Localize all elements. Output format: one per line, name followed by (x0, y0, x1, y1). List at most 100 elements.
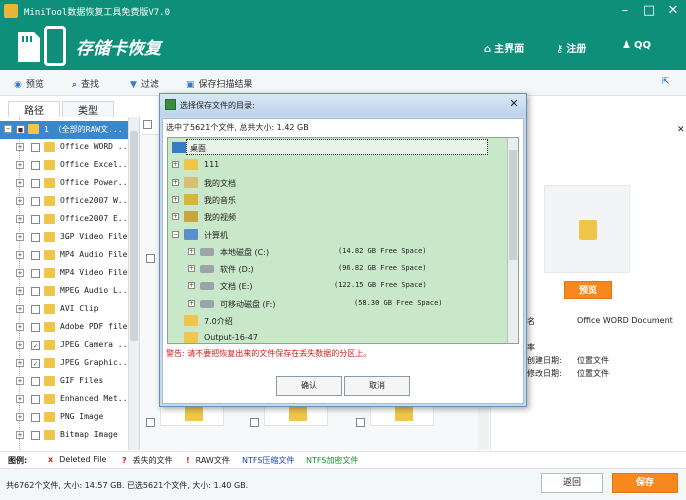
thumbnail-checkbox[interactable] (146, 254, 155, 263)
thumbnail-checkbox[interactable] (146, 418, 155, 427)
save-button[interactable]: 保存 (612, 473, 678, 493)
expand-icon[interactable]: + (172, 161, 179, 169)
tree-item-checkbox[interactable] (31, 287, 40, 296)
expand-icon[interactable]: + (16, 413, 24, 421)
tree-item-checkbox[interactable] (31, 197, 40, 206)
back-button[interactable]: 返回 (541, 473, 603, 493)
directory-tree-scrollbar-thumb[interactable] (509, 150, 517, 260)
directory-item[interactable]: Output-16-47 (168, 329, 506, 343)
tree-item-checkbox[interactable] (31, 269, 40, 278)
tree-item-checkbox[interactable] (31, 251, 40, 260)
expand-icon[interactable]: + (16, 431, 24, 439)
expand-icon[interactable]: + (188, 299, 195, 307)
cancel-button[interactable]: 取消 (344, 376, 410, 396)
directory-item[interactable]: + 文档 (E:) (122.15 GB Free Space) (168, 277, 506, 294)
directory-item[interactable]: + 我的文档 (168, 174, 506, 191)
expand-icon[interactable]: + (16, 395, 24, 403)
expand-icon[interactable]: + (188, 265, 195, 273)
tree-item-checkbox[interactable] (31, 323, 40, 332)
directory-tree-scrollbar[interactable] (507, 138, 518, 343)
directory-item[interactable]: 7.0介绍 (168, 312, 506, 329)
tree-item[interactable]: + MP4 Audio File (0, 247, 128, 265)
tree-item-checkbox[interactable] (31, 215, 40, 224)
expand-icon[interactable]: + (172, 178, 179, 186)
tree-item[interactable]: + Office Power... (0, 175, 132, 193)
expand-icon[interactable]: + (16, 287, 24, 295)
directory-item[interactable]: +111 (168, 156, 506, 173)
tree-scrollbar-thumb[interactable] (130, 131, 138, 341)
find-tool-button[interactable]: ⌕ 查找 (72, 77, 99, 90)
expand-icon[interactable]: + (16, 305, 24, 313)
expand-icon[interactable]: + (16, 197, 24, 205)
tree-item[interactable]: + ✓ JPEG Graphic... (0, 355, 132, 373)
tree-item-checkbox[interactable] (31, 413, 40, 422)
confirm-button[interactable]: 确认 (276, 376, 342, 396)
expand-icon[interactable]: + (16, 215, 24, 223)
filter-tool-button[interactable]: ▼ 过滤 (130, 77, 159, 90)
directory-item[interactable]: + 本地磁盘 (C:) (14.82 GB Free Space) (168, 243, 506, 260)
tree-item-checkbox[interactable] (31, 395, 40, 404)
preview-button[interactable]: 预览 (564, 281, 612, 299)
tree-item[interactable]: + Office WORD ... (0, 139, 132, 157)
tab-path[interactable]: 路径 (8, 101, 60, 117)
expand-icon[interactable]: + (16, 161, 24, 169)
tree-item-checkbox[interactable] (31, 305, 40, 314)
expand-icon[interactable]: + (16, 143, 24, 151)
home-link[interactable]: ⌂ 主界面 (484, 40, 524, 55)
tree-item[interactable]: + MP4 Video File (0, 265, 128, 283)
expand-icon[interactable]: + (172, 195, 179, 203)
tree-item-checkbox[interactable] (31, 161, 40, 170)
expand-icon[interactable]: + (16, 341, 24, 349)
tree-item-checkbox[interactable] (31, 143, 40, 152)
expand-icon[interactable]: + (16, 233, 24, 241)
tree-root-checkbox[interactable]: ■ (16, 125, 25, 134)
expand-icon[interactable]: + (188, 282, 195, 290)
directory-item[interactable]: + 软件 (D:) (96.82 GB Free Space) (168, 260, 506, 277)
tree-item[interactable]: + Enhanced Met... (0, 391, 132, 409)
directory-item[interactable]: + 可移动磁盘 (F:) (58.30 GB Free Space) (168, 295, 506, 312)
register-link[interactable]: ⚷ 注册 (556, 40, 586, 55)
collapse-icon[interactable]: − (172, 230, 179, 238)
close-button[interactable]: ✕ (662, 2, 684, 20)
tab-type[interactable]: 类型 (62, 101, 114, 117)
minimize-button[interactable]: – (614, 2, 636, 20)
tree-item-checkbox[interactable] (31, 377, 40, 386)
tree-item[interactable]: + Office2007 W... (0, 193, 132, 211)
tree-scrollbar[interactable] (128, 117, 139, 450)
tree-item[interactable]: + Office Excel... (0, 157, 132, 175)
tree-item-checkbox[interactable]: ✓ (31, 359, 40, 368)
tree-item[interactable]: + PNG Image (0, 409, 128, 427)
save-scan-button[interactable]: ▣ 保存扫描结果 (186, 77, 253, 90)
expand-icon[interactable]: + (16, 251, 24, 259)
tree-item[interactable]: + MPEG Audio L... (0, 283, 132, 301)
expand-icon[interactable]: + (16, 377, 24, 385)
tree-item[interactable]: + ✓ JPEG Camera ... (0, 337, 132, 355)
tree-item[interactable]: + Office2007 E... (0, 211, 132, 229)
tree-item-checkbox[interactable] (31, 233, 40, 242)
panel-close-icon[interactable]: ✕ (677, 125, 685, 135)
tree-root-item[interactable]: − ■ 1 （全部的RAW文... (0, 121, 128, 139)
tree-item[interactable]: + AVI Clip (0, 301, 128, 319)
directory-item[interactable]: + 我的音乐 (168, 191, 506, 208)
select-all-checkbox[interactable] (143, 120, 152, 129)
dialog-close-button[interactable]: ✕ (506, 97, 522, 111)
expand-icon[interactable]: + (16, 323, 24, 331)
qq-link[interactable]: ♟ QQ (622, 40, 651, 51)
expand-icon[interactable]: + (172, 213, 179, 221)
expand-icon[interactable]: + (16, 179, 24, 187)
export-button[interactable]: ⇱ (662, 77, 674, 87)
tree-item[interactable]: + Bitmap Image (0, 427, 128, 445)
directory-item[interactable]: 桌面 (168, 139, 506, 156)
directory-item[interactable]: + 我的视频 (168, 208, 506, 225)
expand-icon[interactable]: + (188, 247, 195, 255)
maximize-button[interactable]: □ (638, 2, 660, 20)
tree-item[interactable]: + Adobe PDF file (0, 319, 128, 337)
expand-icon[interactable]: + (16, 269, 24, 277)
preview-tool-button[interactable]: ◉ 预览 (14, 77, 44, 90)
thumbnail-checkbox[interactable] (356, 418, 365, 427)
tree-item-checkbox[interactable]: ✓ (31, 341, 40, 350)
directory-item[interactable]: − 计算机 (168, 226, 506, 243)
thumbnail-checkbox[interactable] (250, 418, 259, 427)
tree-item-checkbox[interactable] (31, 431, 40, 440)
collapse-icon[interactable]: − (4, 125, 12, 133)
